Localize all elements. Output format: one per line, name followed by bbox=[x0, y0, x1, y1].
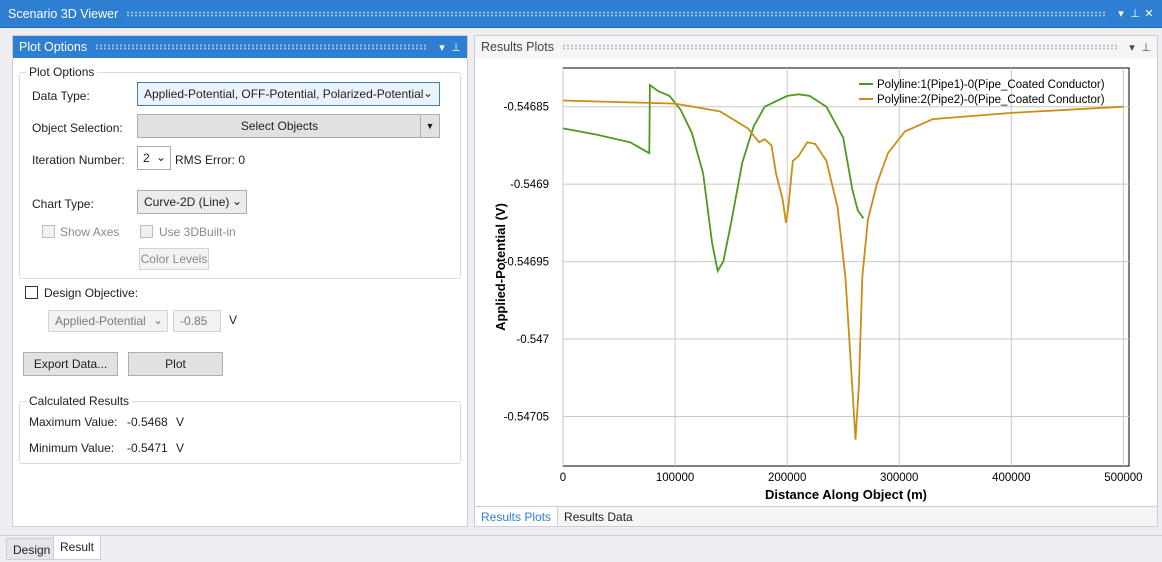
x-axis-label: Distance Along Object (m) bbox=[765, 487, 927, 502]
y-tick-label: -0.54685 bbox=[504, 102, 549, 114]
window-title: Scenario 3D Viewer bbox=[8, 6, 119, 21]
chart-area: 0 100000 200000 300000 400000 500000 -0.54685 -… bbox=[475, 58, 1157, 506]
max-value-label: Maximum Value: bbox=[29, 415, 118, 429]
chevron-down-icon: ⌄ bbox=[231, 194, 242, 208]
line-chart: 0 100000 200000 300000 400000 500000 -0.54685 -… bbox=[493, 67, 1143, 502]
pane-grip bbox=[95, 44, 427, 50]
pane-pin-icon[interactable]: ⊥ bbox=[1139, 41, 1153, 54]
plot-options-pane: Plot Options ▾ ⊥ Plot Options Data Type:… bbox=[12, 35, 468, 527]
iteration-value: 2 bbox=[143, 151, 150, 165]
max-value-unit: V bbox=[176, 415, 185, 429]
x-tick-label: 400000 bbox=[992, 472, 1030, 484]
pane-dropdown-icon[interactable]: ▾ bbox=[435, 41, 449, 54]
plot-options-group-label: Plot Options bbox=[29, 65, 95, 79]
chevron-down-icon: ⌄ bbox=[152, 313, 163, 327]
legend-label: Polyline:2(Pipe2)-0(Pipe_Coated Conducto… bbox=[877, 94, 1105, 106]
pane-grip bbox=[561, 44, 1117, 50]
min-value-label: Minimum Value: bbox=[29, 441, 115, 455]
x-tick-label: 200000 bbox=[768, 472, 806, 484]
select-objects-button[interactable]: Select Objects bbox=[137, 114, 421, 138]
plot-label: Plot bbox=[165, 357, 186, 371]
min-value-unit: V bbox=[176, 441, 185, 455]
document-tabs: Design Result bbox=[0, 535, 1162, 562]
x-tick-label: 500000 bbox=[1104, 472, 1142, 484]
x-tick-label: 300000 bbox=[880, 472, 918, 484]
caret-down-icon: ▼ bbox=[425, 121, 435, 131]
x-tick-label: 0 bbox=[560, 472, 566, 484]
design-objective-label: Design Objective: bbox=[44, 286, 139, 300]
design-objective-checkbox[interactable] bbox=[25, 286, 38, 299]
y-tick-label: -0.54705 bbox=[504, 411, 549, 423]
results-plots-header: Results Plots ▾ ⊥ bbox=[475, 36, 1157, 58]
select-objects-label: Select Objects bbox=[240, 119, 319, 133]
tab-results-data[interactable]: Results Data bbox=[558, 507, 639, 526]
window-pin-icon[interactable]: ⊥ bbox=[1128, 7, 1142, 20]
pane-dropdown-icon[interactable]: ▾ bbox=[1125, 41, 1139, 54]
design-objective-unit: V bbox=[229, 313, 238, 327]
show-axes-checkbox[interactable] bbox=[42, 225, 55, 238]
color-levels-label: Color Levels bbox=[140, 252, 208, 266]
use-3d-builtin-checkbox[interactable] bbox=[140, 225, 153, 238]
window-dropdown-icon[interactable]: ▾ bbox=[1114, 7, 1128, 20]
select-objects-dropdown[interactable]: ▼ bbox=[420, 114, 440, 138]
plot-options-header: Plot Options ▾ ⊥ bbox=[13, 36, 467, 58]
design-objective-select[interactable]: Applied-Potential ⌄ bbox=[48, 310, 168, 332]
tab-design[interactable]: Design bbox=[6, 538, 58, 560]
chart-type-label: Chart Type: bbox=[32, 197, 94, 211]
data-type-label: Data Type: bbox=[32, 89, 90, 103]
tab-results-plots[interactable]: Results Plots bbox=[475, 507, 559, 526]
y-tick-label: -0.5469 bbox=[510, 179, 549, 191]
results-plots-pane: Results Plots ▾ ⊥ 0 100000 200000 300000 400… bbox=[474, 35, 1158, 527]
chevron-down-icon: ⌄ bbox=[155, 150, 166, 164]
titlebar-grip bbox=[126, 10, 1106, 17]
color-levels-button[interactable]: Color Levels bbox=[139, 248, 209, 270]
y-tick-label: -0.547 bbox=[516, 334, 549, 346]
export-data-label: Export Data... bbox=[33, 357, 108, 371]
pane-pin-icon[interactable]: ⊥ bbox=[449, 41, 463, 54]
design-objective-select-value: Applied-Potential bbox=[55, 314, 146, 328]
chart-type-value: Curve-2D (Line) bbox=[144, 195, 230, 209]
results-plots-title: Results Plots bbox=[481, 40, 554, 54]
window-close-icon[interactable]: ✕ bbox=[1142, 7, 1156, 20]
results-tabs: Results Plots Results Data bbox=[475, 506, 1157, 526]
design-objective-value: -0.85 bbox=[180, 314, 208, 328]
legend-label: Polyline:1(Pipe1)-0(Pipe_Coated Conducto… bbox=[877, 79, 1105, 91]
window-titlebar: Scenario 3D Viewer ▾ ⊥ ✕ bbox=[0, 0, 1162, 28]
data-type-select[interactable]: Applied-Potential, OFF-Potential, Polari… bbox=[137, 82, 440, 106]
plot-frame bbox=[562, 67, 1130, 467]
min-value: -0.5471 bbox=[127, 441, 168, 455]
rms-error-text: RMS Error: 0 bbox=[175, 153, 246, 167]
max-value: -0.5468 bbox=[127, 415, 168, 429]
plot-options-title: Plot Options bbox=[19, 40, 88, 54]
use-3d-builtin-label: Use 3DBuilt-in bbox=[159, 225, 236, 239]
x-tick-label: 100000 bbox=[656, 472, 694, 484]
calculated-results-label: Calculated Results bbox=[29, 394, 130, 408]
data-type-value: Applied-Potential, OFF-Potential, Polari… bbox=[144, 87, 424, 101]
object-selection-label: Object Selection: bbox=[32, 121, 123, 135]
chart-type-select[interactable]: Curve-2D (Line) ⌄ bbox=[137, 190, 247, 214]
iteration-select[interactable]: 2 ⌄ bbox=[137, 146, 171, 170]
iteration-label: Iteration Number: bbox=[32, 153, 125, 167]
design-objective-input[interactable]: -0.85 bbox=[173, 310, 221, 332]
show-axes-label: Show Axes bbox=[60, 225, 120, 239]
y-axis-label: Applied-Potential (V) bbox=[493, 203, 508, 331]
plot-button[interactable]: Plot bbox=[128, 352, 223, 376]
chevron-down-icon: ⌄ bbox=[422, 86, 433, 100]
y-tick-label: -0.54695 bbox=[504, 257, 549, 269]
tab-result[interactable]: Result bbox=[53, 536, 102, 560]
export-data-button[interactable]: Export Data... bbox=[23, 352, 118, 376]
